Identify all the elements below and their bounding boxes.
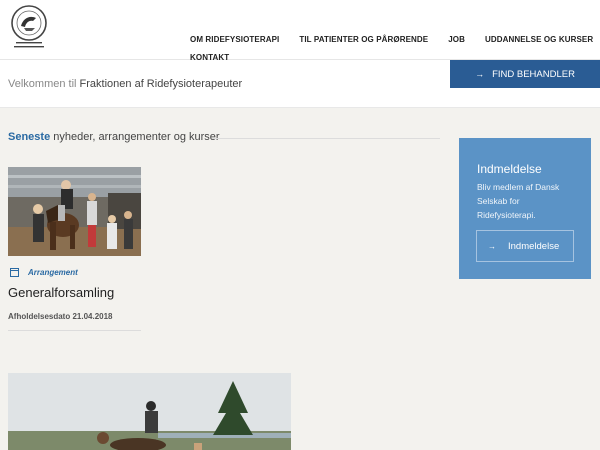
site-header: OM RIDEFYSIOTERAPI TIL PATIENTER OG PÅRØ…: [0, 0, 600, 62]
nav-item-uddannelse-og-kurser[interactable]: UDDANNELSE OG KURSER: [485, 35, 593, 44]
article-category: Arrangement: [10, 268, 78, 277]
arrow-right-icon: →: [475, 69, 485, 79]
welcome-prefix: Velkommen til: [8, 78, 77, 90]
article-title[interactable]: Generalforsamling: [8, 285, 114, 300]
article-category-label[interactable]: Arrangement: [28, 268, 78, 277]
main-nav: OM RIDEFYSIOTERAPI TIL PATIENTER OG PÅRØ…: [190, 32, 600, 62]
arrow-right-icon: →: [488, 241, 496, 251]
nav-item-til-patienter[interactable]: TIL PATIENTER OG PÅRØRENDE: [299, 35, 428, 44]
membership-title: Indmeldelse: [477, 162, 542, 176]
section-title-rest: nyheder, arrangementer og kurser: [50, 131, 220, 143]
membership-box: Indmeldelse Bliv medlem af Dansk Selskab…: [459, 138, 591, 279]
welcome-org-name: Fraktionen af Ridefysioterapeuter: [79, 78, 243, 90]
section-divider: [212, 138, 440, 139]
outdoor-riding-photo: [8, 373, 291, 450]
calendar-icon: [10, 268, 19, 277]
article-image[interactable]: [8, 167, 141, 256]
membership-button[interactable]: → Indmeldelse: [476, 230, 574, 262]
find-behandler-button[interactable]: → FIND BEHANDLER: [450, 60, 600, 88]
section-title: Seneste nyheder, arrangementer og kurser: [8, 131, 220, 143]
membership-text: Bliv medlem af Dansk Selskab for Ridefys…: [477, 182, 560, 220]
welcome-text: Velkommen til Fraktionen af Ridefysioter…: [8, 78, 242, 90]
riding-arena-photo: [8, 167, 141, 256]
find-behandler-label: FIND BEHANDLER: [492, 68, 575, 80]
welcome-bar: Velkommen til Fraktionen af Ridefysioter…: [0, 60, 600, 108]
section-title-accent: Seneste: [8, 131, 51, 143]
article-divider: [8, 330, 141, 331]
membership-button-label: Indmeldelse: [508, 240, 560, 252]
article-date: Afholdelsesdato 21.04.2018: [8, 312, 113, 321]
logo-emblem-icon: [11, 5, 47, 48]
article-image-2[interactable]: [8, 373, 291, 450]
logo[interactable]: [8, 4, 50, 52]
nav-item-om-ridefysioterapi[interactable]: OM RIDEFYSIOTERAPI: [190, 35, 279, 44]
nav-item-job[interactable]: JOB: [448, 35, 465, 44]
